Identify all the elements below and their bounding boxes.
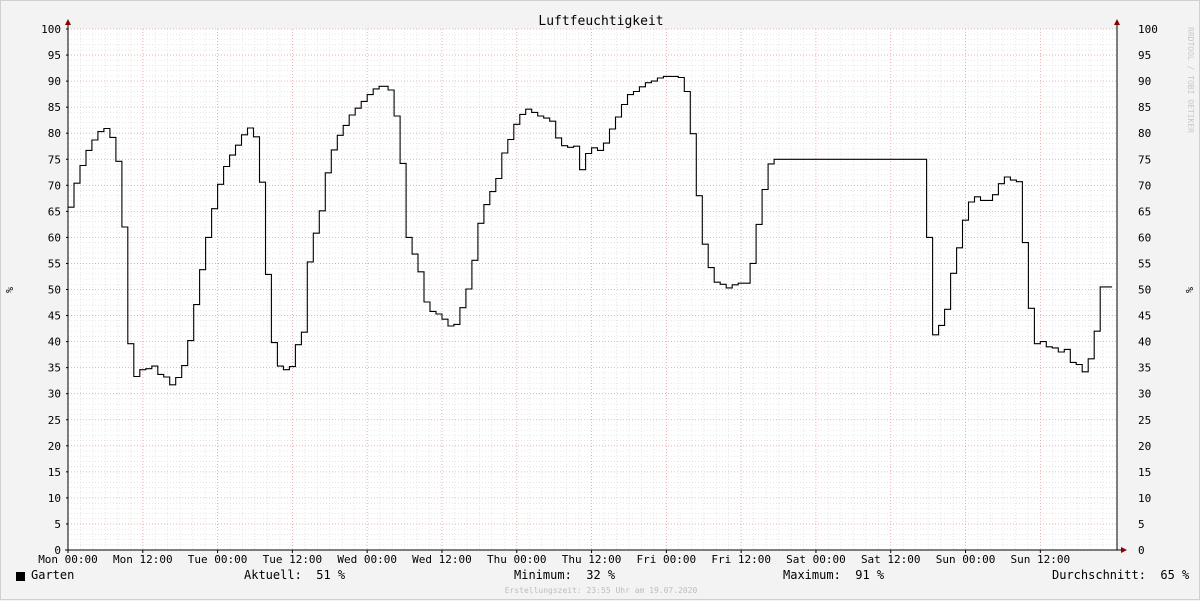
y-tick-label-right: 25 xyxy=(1138,414,1151,427)
y-tick-label-left: 55 xyxy=(48,257,61,270)
x-tick-label: Thu 12:00 xyxy=(562,553,622,566)
y-tick-label-left: 80 xyxy=(48,127,61,140)
x-axis-arrow xyxy=(1121,547,1127,553)
legend-maximum: Maximum: 91 % xyxy=(783,568,884,582)
x-tick-label: Thu 00:00 xyxy=(487,553,547,566)
y-tick-label-left: 50 xyxy=(48,284,61,297)
y-tick-label-right: 75 xyxy=(1138,153,1151,166)
y-tick-label-left: 5 xyxy=(54,518,61,531)
y-tick-label-left: 100 xyxy=(41,23,61,36)
y-tick-label-left: 20 xyxy=(48,440,61,453)
y-tick-label-right: 35 xyxy=(1138,362,1151,375)
x-tick-label: Fri 00:00 xyxy=(637,553,697,566)
legend-max-label: Maximum: xyxy=(783,568,841,582)
x-tick-label: Tue 12:00 xyxy=(263,553,323,566)
y-tick-label-left: 10 xyxy=(48,492,61,505)
y-tick-label-right: 85 xyxy=(1138,101,1151,114)
legend-current: Aktuell: 51 % xyxy=(244,568,345,582)
y-tick-label-left: 25 xyxy=(48,414,61,427)
legend-max-value: 91 % xyxy=(855,568,885,582)
x-tick-label: Sat 00:00 xyxy=(786,553,846,566)
y-tick-label-right: 45 xyxy=(1138,310,1151,323)
y-tick-label-right: 20 xyxy=(1138,440,1151,453)
y-tick-label-left: 30 xyxy=(48,388,61,401)
y-tick-label-right: 60 xyxy=(1138,231,1151,244)
y-tick-label-right: 40 xyxy=(1138,336,1151,349)
x-tick-label: Tue 00:00 xyxy=(188,553,248,566)
legend-avg-label: Durchschnitt: xyxy=(1052,568,1146,582)
y-tick-label-right: 15 xyxy=(1138,466,1151,479)
watermark: RRDTOOL / TOBI OETIKER xyxy=(1186,27,1195,133)
x-tick-label: Wed 12:00 xyxy=(412,553,472,566)
legend-avg-value: 65 % xyxy=(1160,568,1190,582)
x-tick-label: Sun 00:00 xyxy=(936,553,996,566)
legend-minimum: Minimum: 32 % xyxy=(514,568,615,582)
y-tick-label-right: 5 xyxy=(1138,518,1145,531)
y-tick-label-left: 45 xyxy=(48,310,61,323)
y-tick-label-right: 65 xyxy=(1138,205,1151,218)
y-axis-arrow-right xyxy=(1114,19,1120,25)
y-tick-label-left: 75 xyxy=(48,153,61,166)
x-tick-label: Sun 12:00 xyxy=(1011,553,1071,566)
y-tick-label-left: 35 xyxy=(48,362,61,375)
y-tick-label-left: 70 xyxy=(48,179,61,192)
y-tick-label-left: 40 xyxy=(48,336,61,349)
y-axis-label-left: % xyxy=(5,287,16,293)
y-tick-label-left: 85 xyxy=(48,101,61,114)
y-tick-label-left: 60 xyxy=(48,231,61,244)
legend-average: Durchschnitt: 65 % xyxy=(1052,568,1189,582)
y-tick-label-right: 50 xyxy=(1138,284,1151,297)
legend-min-label: Minimum: xyxy=(514,568,572,582)
legend-series-label: Garten xyxy=(31,568,75,582)
y-tick-label-left: 90 xyxy=(48,75,61,88)
legend-min-value: 32 % xyxy=(586,568,616,582)
legend-current-label: Aktuell: xyxy=(244,568,302,582)
y-tick-label-right: 70 xyxy=(1138,179,1151,192)
y-tick-label-left: 65 xyxy=(48,205,61,218)
chart-frame: Luftfeuchtigkeit % % RRDTOOL / TOBI OETI… xyxy=(0,0,1200,600)
legend-current-value: 51 % xyxy=(316,568,346,582)
chart-title: Luftfeuchtigkeit xyxy=(538,14,663,29)
y-tick-label-right: 80 xyxy=(1138,127,1151,140)
x-tick-label: Wed 00:00 xyxy=(337,553,397,566)
creation-timestamp: Erstellungszeit: 23:55 Uhr am 19.07.2020 xyxy=(504,586,698,595)
x-tick-label: Mon 00:00 xyxy=(38,553,98,566)
chart-svg: Luftfeuchtigkeit % % RRDTOOL / TOBI OETI… xyxy=(5,14,1196,566)
x-tick-label: Mon 12:00 xyxy=(113,553,173,566)
y-axis-label-right: % xyxy=(1185,287,1196,293)
y-tick-label-left: 15 xyxy=(48,466,61,479)
y-tick-label-right: 95 xyxy=(1138,49,1151,62)
y-tick-label-right: 90 xyxy=(1138,75,1151,88)
y-axis-arrow-left xyxy=(65,19,71,25)
y-tick-label-right: 100 xyxy=(1138,23,1158,36)
x-tick-label: Fri 12:00 xyxy=(711,553,771,566)
y-tick-label-right: 55 xyxy=(1138,257,1151,270)
x-tick-label: Sat 12:00 xyxy=(861,553,921,566)
y-tick-label-right: 30 xyxy=(1138,388,1151,401)
legend-swatch xyxy=(16,572,25,581)
y-tick-label-right: 10 xyxy=(1138,492,1151,505)
y-tick-label-right: 0 xyxy=(1138,544,1145,557)
y-tick-label-left: 95 xyxy=(48,49,61,62)
